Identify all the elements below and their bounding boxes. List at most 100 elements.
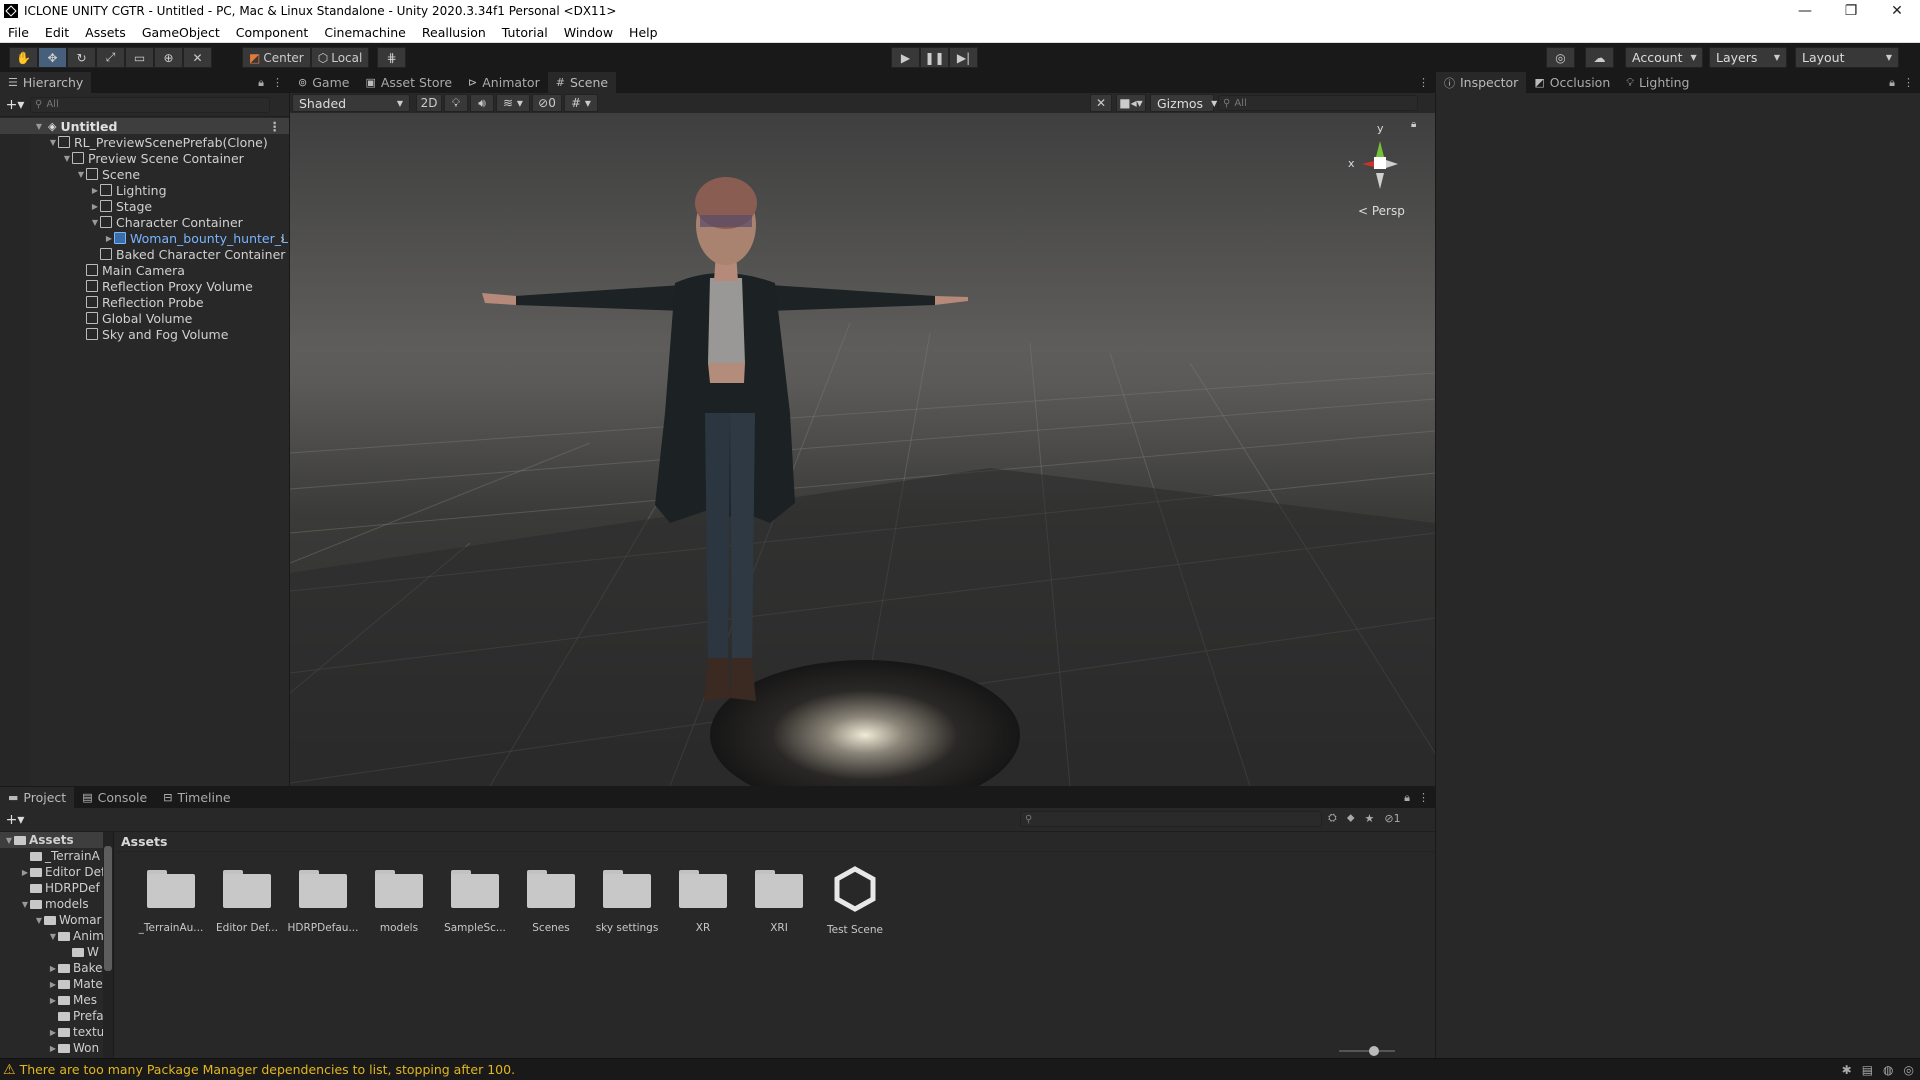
hierarchy-item[interactable]: ▼ Character Container [0, 214, 289, 230]
project-tree-item[interactable]: _TerrainA [0, 848, 113, 864]
slider-handle[interactable] [1369, 1046, 1379, 1056]
create-button[interactable]: +▾ [0, 97, 30, 113]
tab-lighting[interactable]: 💡︎ Lighting [1618, 72, 1698, 93]
cloud-button[interactable]: ☁ [1585, 47, 1614, 68]
layers-dropdown[interactable]: Layers ▼ [1709, 47, 1787, 68]
menu-cinemachine[interactable]: Cinemachine [316, 25, 414, 40]
menu-gameobject[interactable]: GameObject [134, 25, 228, 40]
project-tree-item[interactable]: W [0, 944, 113, 960]
menu-reallusion[interactable]: Reallusion [414, 25, 494, 40]
asset-item[interactable]: _TerrainAu... [133, 862, 209, 936]
tab-timeline[interactable]: ⊟ Timeline [155, 787, 239, 808]
menu-help[interactable]: Help [621, 25, 666, 40]
lock-icon[interactable]: 🔒︎ [1889, 76, 1895, 90]
tab-hierarchy[interactable]: ☰ Hierarchy [0, 72, 92, 93]
rect-tool-button[interactable]: ▭ [125, 47, 154, 68]
hierarchy-item[interactable]: ▶ Lighting [0, 182, 289, 198]
tab-inspector[interactable]: ⓘ Inspector [1436, 72, 1527, 93]
more-icon[interactable]: ⋮ [1418, 76, 1429, 89]
tab-project[interactable]: ▬ Project [0, 787, 75, 808]
hidden-packages-toggle[interactable]: ⊘1 [1384, 812, 1400, 825]
step-button[interactable]: ▶| [949, 47, 978, 68]
asset-item[interactable]: Test Scene [817, 862, 893, 936]
fold-arrow-icon[interactable]: ▶ [90, 202, 100, 211]
asset-item[interactable]: SampleSc... [437, 862, 513, 936]
fold-arrow-icon[interactable]: ▶ [48, 980, 58, 989]
shading-mode-dropdown[interactable]: Shaded ▼ [292, 94, 410, 112]
2d-toggle[interactable]: 2D [416, 94, 442, 112]
fold-arrow-icon[interactable]: ▼ [4, 836, 14, 845]
more-icon[interactable]: ⋮ [1903, 76, 1914, 89]
custom-tool-button[interactable]: ✕ [183, 47, 212, 68]
scrollbar-thumb[interactable] [104, 846, 112, 971]
create-asset-button[interactable]: +▾ [0, 812, 30, 828]
project-tree-item[interactable]: ▼ Womar [0, 912, 113, 928]
rotate-tool-button[interactable]: ↻ [67, 47, 96, 68]
breadcrumb-assets[interactable]: Assets [121, 834, 167, 849]
tab-game[interactable]: ⊚ Game [290, 72, 358, 93]
filter-type-icon[interactable]: ⛭ [1328, 811, 1337, 825]
menu-tutorial[interactable]: Tutorial [494, 25, 556, 40]
project-tree-item[interactable]: ▼ Anim [0, 928, 113, 944]
pivot-center-toggle[interactable]: ◩ Center [242, 47, 311, 68]
play-button[interactable]: ▶ [891, 47, 920, 68]
project-tree-scrollbar[interactable] [103, 832, 113, 1058]
pivot-local-toggle[interactable]: ⬡ Local [310, 47, 370, 68]
audio-toggle[interactable]: 🔊︎ [470, 94, 494, 112]
menu-assets[interactable]: Assets [77, 25, 134, 40]
more-icon[interactable]: ⋮ [272, 76, 283, 89]
collab-button[interactable]: ◎ [1546, 47, 1575, 68]
fold-arrow-icon[interactable]: ▶ [48, 1044, 58, 1053]
hierarchy-item[interactable]: ▼ Preview Scene Container [0, 150, 289, 166]
lighting-toggle[interactable]: 💡︎ [444, 94, 468, 112]
progress-icon[interactable]: ◎ [1904, 1063, 1914, 1077]
icon-size-slider[interactable] [1339, 1046, 1395, 1056]
gizmo-lock-icon[interactable]: 🔒︎ [1411, 119, 1416, 130]
fold-arrow-icon[interactable]: ▶ [104, 234, 114, 243]
pause-button[interactable]: ❚❚ [920, 47, 949, 68]
scene-tools-button[interactable]: ✕ [1090, 94, 1112, 112]
hierarchy-item[interactable]: Sky and Fog Volume [0, 326, 289, 342]
project-tree-item[interactable]: ▶ Mate [0, 976, 113, 992]
grid-dropdown[interactable]: # ▾ [564, 94, 598, 112]
hierarchy-item[interactable]: Reflection Probe [0, 294, 289, 310]
camera-dropdown[interactable]: ■◂▾ [1116, 94, 1146, 112]
project-tree-item[interactable]: HDRPDef [0, 880, 113, 896]
hierarchy-item[interactable]: ▼ RL_PreviewScenePrefab(Clone) [0, 134, 289, 150]
gizmos-dropdown[interactable]: Gizmos ▼ [1150, 94, 1217, 112]
scene-search-input[interactable]: ⚲ All [1218, 95, 1418, 111]
project-tree-item[interactable]: ▼ Assets [0, 832, 113, 848]
projection-label[interactable]: < Persp [1358, 204, 1405, 218]
fold-arrow-icon[interactable]: ▶ [48, 964, 58, 973]
tab-animator[interactable]: ⊳ Animator [460, 72, 548, 93]
minimize-button[interactable]: — [1782, 0, 1828, 22]
fold-arrow-icon[interactable]: ▼ [34, 916, 44, 925]
move-tool-button[interactable]: ✥ [38, 47, 67, 68]
maximize-button[interactable]: ❐ [1828, 0, 1874, 22]
project-tree-item[interactable]: ▶ Mes [0, 992, 113, 1008]
fold-arrow-icon[interactable]: ▶ [48, 996, 58, 1005]
project-tree-item[interactable]: ▶ Won [0, 1040, 113, 1056]
asset-item[interactable]: XRI [741, 862, 817, 936]
hierarchy-item[interactable]: Baked Character Container [0, 246, 289, 262]
project-tree-item[interactable]: ▼ models [0, 896, 113, 912]
hierarchy-item[interactable]: Main Camera [0, 262, 289, 278]
asset-item[interactable]: XR [665, 862, 741, 936]
hierarchy-item[interactable]: ▶ Stage [0, 198, 289, 214]
tab-asset-store[interactable]: ▣ Asset Store [357, 72, 461, 93]
fold-arrow-icon[interactable]: ▶ [90, 186, 100, 195]
menu-window[interactable]: Window [556, 25, 621, 40]
hand-tool-button[interactable]: ✋ [9, 47, 38, 68]
fold-arrow-icon[interactable]: ▼ [90, 218, 100, 227]
menu-component[interactable]: Component [228, 25, 317, 40]
hierarchy-item[interactable]: ▼ Scene [0, 166, 289, 182]
scale-tool-button[interactable]: ⤢ [96, 47, 125, 68]
transform-tool-button[interactable]: ⊕ [154, 47, 183, 68]
project-tree-item[interactable]: ▶ textu [0, 1024, 113, 1040]
tab-occlusion[interactable]: ◩ Occlusion [1526, 72, 1619, 93]
scene-viewport[interactable]: y x 🔒︎ < Persp [290, 113, 1435, 786]
asset-item[interactable]: sky settings [589, 862, 665, 936]
account-dropdown[interactable]: Account ▼ [1625, 47, 1703, 68]
project-tree-item[interactable]: ▶ Bake [0, 960, 113, 976]
project-tree-item[interactable]: Prefa [0, 1008, 113, 1024]
